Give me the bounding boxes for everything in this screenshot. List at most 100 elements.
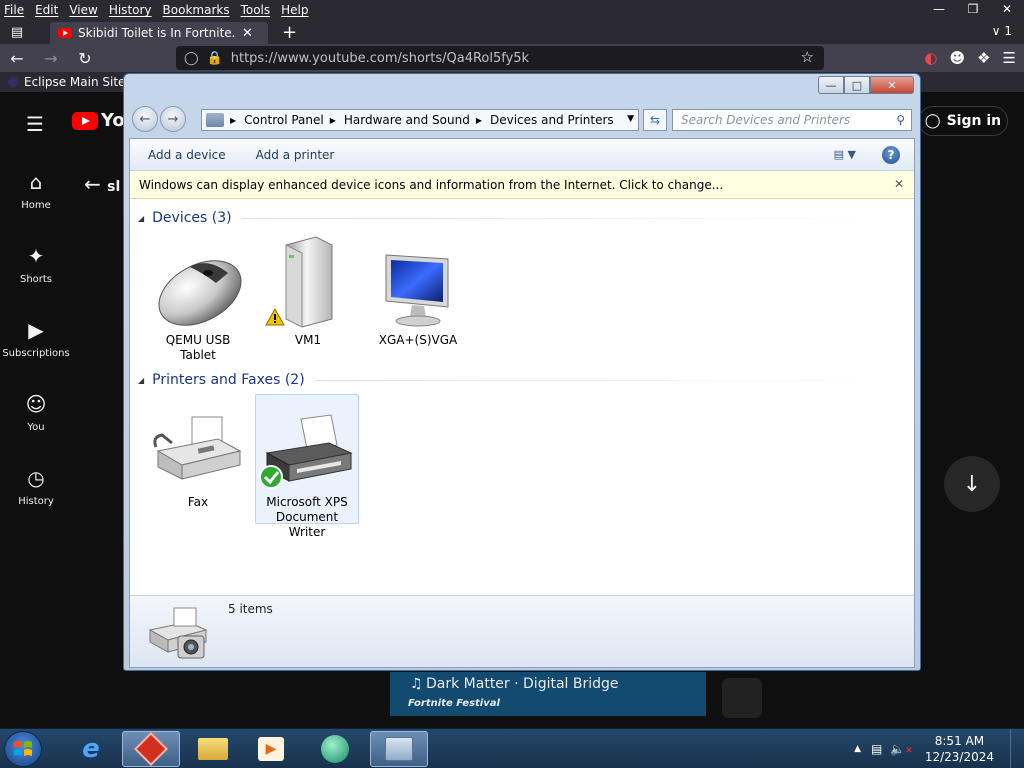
info-bar-close-icon[interactable]: ✕: [894, 177, 904, 191]
search-placeholder: Search Devices and Printers: [681, 113, 851, 127]
windows-taskbar: e ▶ ▲ ▤ 🔈✕ 8:51 AM 12/23/2024: [0, 728, 1024, 768]
reload-icon[interactable]: ↻: [68, 44, 102, 72]
account-icon[interactable]: ☻: [949, 49, 965, 67]
info-bar[interactable]: Windows can display enhanced device icon…: [130, 171, 914, 199]
hamburger-menu-icon[interactable]: ☰: [26, 112, 44, 136]
volume-muted-icon[interactable]: 🔈✕: [890, 742, 913, 756]
minimize-button[interactable]: —: [922, 0, 956, 18]
breadcrumb-control-panel[interactable]: Control Panel: [244, 113, 324, 127]
group-title: Devices (3): [152, 210, 232, 226]
shield-icon[interactable]: ◯: [184, 51, 199, 66]
taskbar-internet-explorer[interactable]: e: [62, 731, 120, 767]
search-icon[interactable]: ⚲: [896, 113, 905, 127]
group-header-devices[interactable]: ◢ Devices (3): [138, 210, 908, 226]
network-icon[interactable]: ▤: [871, 742, 882, 756]
devices-printers-icon: [385, 737, 413, 761]
bookmark-eclipse[interactable]: Eclipse Main Site: [24, 75, 125, 89]
search-input[interactable]: Search Devices and Printers ⚲: [672, 109, 912, 131]
device-label-line2: Tablet: [180, 348, 216, 362]
restore-button[interactable]: ❐: [956, 0, 990, 18]
start-button[interactable]: [4, 731, 42, 767]
menu-history[interactable]: History: [109, 3, 152, 17]
crumb-separator-icon[interactable]: ▶: [330, 116, 336, 125]
tray-expand-icon[interactable]: ▲: [854, 744, 861, 754]
sidebar-item-home[interactable]: ⌂ Home: [0, 170, 72, 211]
sign-in-button[interactable]: ◯ Sign in: [918, 106, 1008, 136]
bookmark-star-icon[interactable]: ☆: [801, 48, 814, 66]
group-header-printers-and-faxes[interactable]: ◢ Printers and Faxes (2): [138, 372, 908, 388]
sidebar-item-subscriptions[interactable]: ▶ Subscriptions: [0, 318, 72, 359]
taskbar-file-explorer[interactable]: [184, 731, 242, 767]
minimize-button[interactable]: —: [818, 76, 844, 94]
device-vm1[interactable]: VM1: [256, 233, 360, 348]
chevron-down-icon[interactable]: ▼: [627, 114, 634, 124]
extension-red-icon[interactable]: ◐: [924, 49, 937, 67]
back-arrow-icon[interactable]: ←: [132, 106, 158, 132]
back-arrow-icon[interactable]: ←: [0, 44, 34, 72]
refresh-button[interactable]: ⇆: [643, 109, 667, 131]
forward-arrow-icon[interactable]: →: [34, 44, 68, 72]
device-qemu-usb-tablet[interactable]: QEMU USB Tablet: [146, 233, 250, 363]
menu-tools[interactable]: Tools: [241, 3, 271, 17]
refresh-icon: ⇆: [649, 113, 661, 127]
music-disc-icon[interactable]: [722, 678, 762, 718]
back-arrow-icon[interactable]: ← sl: [84, 172, 120, 196]
media-player-icon: ▶: [258, 737, 284, 761]
printer-fax[interactable]: Fax: [146, 395, 250, 510]
add-device-button[interactable]: Add a device: [148, 148, 226, 162]
change-view-button[interactable]: ▤ ▼: [834, 148, 856, 161]
tab-overview-icon[interactable]: ▤: [0, 21, 34, 43]
menu-file[interactable]: File: [4, 3, 24, 17]
taskbar-firefox[interactable]: [122, 731, 180, 767]
crumb-separator-icon[interactable]: ▶: [476, 116, 482, 125]
breadcrumb-hardware-and-sound[interactable]: Hardware and Sound: [344, 113, 470, 127]
collapse-triangle-icon[interactable]: ◢: [138, 376, 144, 385]
tab-close-icon[interactable]: ✕: [242, 26, 253, 41]
sidebar-item-shorts[interactable]: ✦ Shorts: [0, 244, 72, 285]
menu-edit[interactable]: Edit: [35, 3, 58, 17]
lock-icon[interactable]: 🔒: [207, 51, 223, 66]
collapse-triangle-icon[interactable]: ◢: [138, 214, 144, 223]
url-bar[interactable]: ◯ 🔒 https://www.youtube.com/shorts/Qa4Ro…: [176, 46, 824, 70]
sidebar-item-you[interactable]: ☺ You: [0, 392, 72, 433]
menu-help[interactable]: Help: [281, 3, 308, 17]
internet-explorer-icon: e: [82, 734, 100, 764]
forward-arrow-icon[interactable]: →: [160, 106, 186, 132]
taskbar-media-player[interactable]: ▶: [242, 731, 300, 767]
youtube-logo[interactable]: Yo: [72, 110, 125, 131]
shorts-icon: ✦: [27, 244, 45, 268]
printer-microsoft-xps-document-writer[interactable]: Microsoft XPS Document Writer: [255, 394, 359, 539]
maximize-button[interactable]: □: [844, 76, 870, 94]
tab-list-button[interactable]: ∨ 1: [992, 24, 1012, 38]
close-button[interactable]: ✕: [870, 76, 914, 94]
device-label-line2: Document Writer: [275, 510, 339, 539]
next-short-button[interactable]: ↓: [944, 456, 1000, 512]
add-printer-button[interactable]: Add a printer: [256, 148, 335, 162]
menu-bookmarks[interactable]: Bookmarks: [163, 3, 230, 17]
taskbar-app-teal[interactable]: [306, 731, 364, 767]
crumb-separator-icon[interactable]: ▶: [230, 116, 236, 125]
nav-toolbar-right: ◐ ☻ ❖ ☰: [924, 44, 1016, 72]
app-menu-icon[interactable]: ☰: [1003, 49, 1016, 67]
fax-icon: [148, 395, 248, 491]
tab-youtube[interactable]: Skibidi Toilet is In Fortnite.. ✕: [50, 22, 268, 44]
help-icon[interactable]: ?: [882, 146, 900, 164]
menu-view[interactable]: View: [69, 3, 97, 17]
clock[interactable]: 8:51 AM 12/23/2024: [925, 733, 994, 765]
command-bar: Add a device Add a printer ▤ ▼ ?: [130, 139, 914, 171]
music-tag: Fortnite Festival: [408, 698, 500, 709]
device-xga-svga-monitor[interactable]: XGA+(S)VGA: [366, 233, 470, 348]
close-button[interactable]: ✕: [990, 0, 1024, 18]
taskbar-devices-and-printers[interactable]: [370, 731, 428, 767]
tab-count: 1: [1004, 24, 1012, 38]
sidebar-item-history[interactable]: ◷ History: [0, 466, 72, 507]
teal-bubble-icon: [321, 735, 349, 763]
breadcrumb-devices-and-printers[interactable]: Devices and Printers: [490, 113, 614, 127]
windows-logo-icon: [14, 741, 32, 756]
devices-printers-icon: [144, 600, 214, 664]
short-music-banner[interactable]: ♫ Dark Matter · Digital Bridge Fortnite …: [390, 672, 706, 716]
show-desktop-button[interactable]: [1010, 729, 1024, 768]
extensions-puzzle-icon[interactable]: ❖: [977, 49, 990, 67]
new-tab-icon[interactable]: +: [282, 22, 297, 43]
address-bar[interactable]: ▶ Control Panel ▶ Hardware and Sound ▶ D…: [201, 109, 639, 131]
